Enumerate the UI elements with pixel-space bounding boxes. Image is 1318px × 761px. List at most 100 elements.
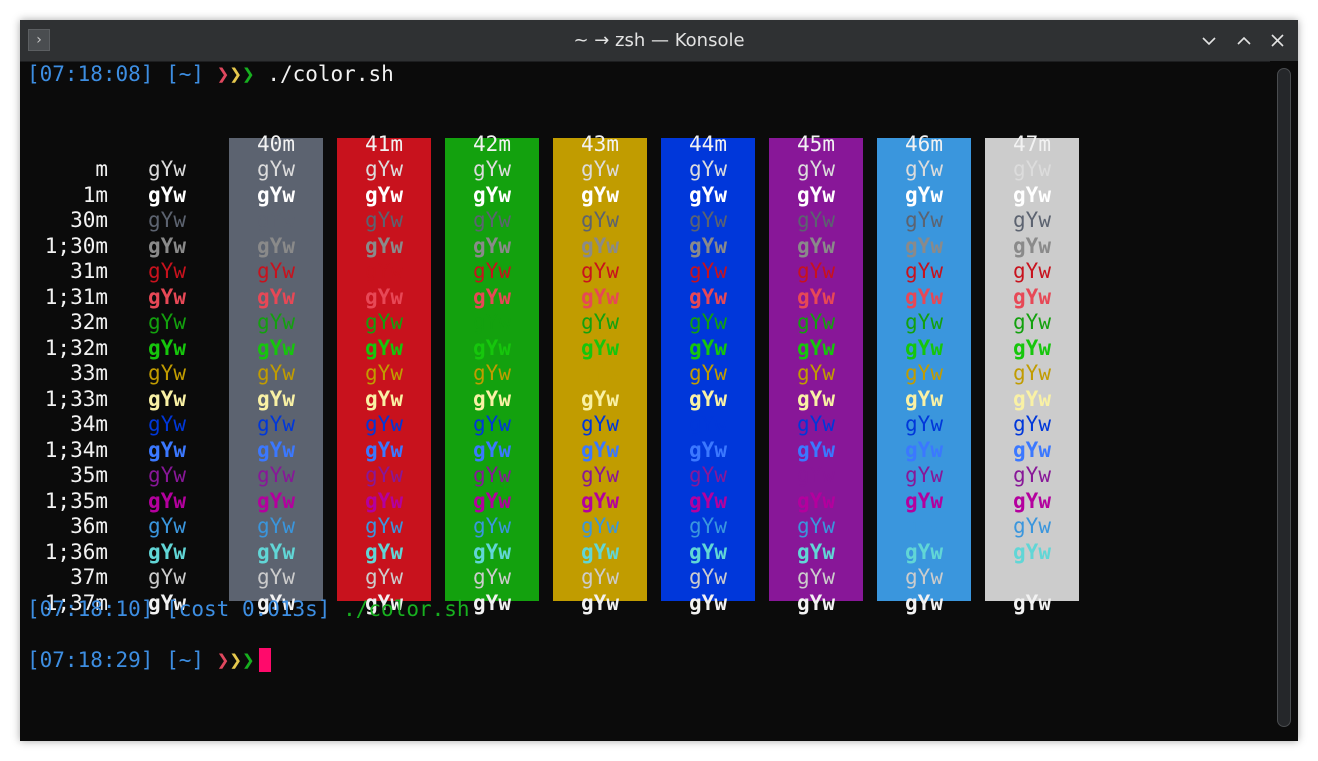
color-sample: gYw [905,514,943,538]
color-sample: gYw [797,335,835,360]
color-sample: gYw [1013,182,1051,207]
color-sample: gYw [1013,488,1051,513]
color-sample: gYw [473,412,511,436]
color-sample: gYw [689,182,727,207]
color-sample: gYw [581,437,619,462]
color-sample: gYw [689,233,727,258]
color-sample: gYw [905,208,943,232]
color-sample: gYw [473,488,511,513]
color-sample: gYw [905,539,943,564]
color-sample: gYw [689,386,727,411]
bg-header: 44m [689,132,727,156]
color-sample: gYw [148,208,186,232]
color-sample: gYw [365,233,403,258]
color-sample: gYw [797,539,835,564]
color-sample: gYw [473,233,511,258]
color-sample: gYw [473,361,511,385]
prompt-line-2: [07:18:29] [~] ❯❯❯ [27,647,271,673]
prompt-arrow-icon: ❯ [229,648,242,672]
color-sample: gYw [581,335,619,360]
color-sample: gYw [581,488,619,513]
color-sample: gYw [689,157,727,181]
color-sample: gYw [689,361,727,385]
color-sample: gYw [581,208,619,232]
color-sample: gYw [689,514,727,538]
color-sample: gYw [257,335,295,360]
color-sample: gYw [689,565,727,589]
maximize-icon[interactable] [1233,30,1255,52]
color-sample: gYw [581,284,619,309]
row-label: 1;34m [44,437,108,462]
color-sample: gYw [797,386,835,411]
color-sample: gYw [905,437,943,462]
scrollbar[interactable] [1270,61,1298,741]
prompt-dir: [~] [166,648,205,672]
color-sample: gYw [257,565,295,589]
color-sample: gYw [365,412,403,436]
prompt-arrow-icon: ❯ [216,62,230,86]
color-sample: gYw [148,437,186,462]
color-sample: gYw [257,284,295,309]
status-line: [07:18:10] [cost 0.013s] ./color.sh [27,596,470,622]
color-sample: gYw [148,182,186,207]
color-sample: gYw [797,437,835,462]
color-sample: gYw [581,182,619,207]
color-sample: gYw [689,335,727,360]
color-sample: gYw [1013,590,1051,615]
color-sample: gYw [365,284,403,309]
color-sample: gYw [473,259,511,283]
color-sample: gYw [365,488,403,513]
color-sample: gYw [473,539,511,564]
color-sample: gYw [473,157,511,181]
color-sample: gYw [1013,565,1051,589]
color-sample: gYw [365,182,403,207]
color-sample: gYw [257,208,295,232]
terminal-output[interactable]: [07:18:08] [~] ❯❯❯ ./color.sh 40m 41m 42m 4… [20,61,1270,741]
color-sample: gYw [148,386,186,411]
color-sample: gYw [473,514,511,538]
color-sample: gYw [797,157,835,181]
color-sample: gYw [581,412,619,436]
color-sample: gYw [365,463,403,487]
row-label: 30m [70,208,108,232]
color-sample: gYw [797,590,835,615]
color-sample: gYw [905,284,943,309]
color-sample: gYw [257,233,295,258]
bg-header: 46m [905,132,943,156]
bg-header: 41m [365,132,403,156]
color-sample: gYw [257,182,295,207]
status-time: [07:18:10] [27,597,154,621]
color-sample: gYw [581,259,619,283]
prompt-arrow-icon: ❯ [242,62,255,86]
terminal-cursor [258,648,271,672]
color-sample: gYw [365,539,403,564]
color-sample: gYw [257,386,295,411]
scrollbar-handle[interactable] [1277,68,1291,727]
color-sample: gYw [797,514,835,538]
color-sample: gYw [905,182,943,207]
color-sample: gYw [905,233,943,258]
color-sample: gYw [905,386,943,411]
close-icon[interactable] [1267,30,1289,52]
color-sample: gYw [689,463,727,487]
color-sample: gYw [689,310,727,334]
color-sample: gYw [1013,310,1051,334]
color-sample: gYw [257,463,295,487]
color-sample: gYw [365,386,403,411]
color-sample: gYw [1013,463,1051,487]
prompt-time: [07:18:08] [27,62,154,86]
color-sample: gYw [797,463,835,487]
color-sample: gYw [148,335,186,360]
color-sample: gYw [473,284,511,309]
prompt-time: [07:18:29] [27,648,154,672]
color-sample: gYw [257,259,295,283]
title-bar[interactable]: › ~ → zsh — Konsole [20,20,1298,62]
row-label: 31m [70,259,108,283]
color-sample: gYw [473,437,511,462]
color-sample: gYw [581,539,619,564]
color-sample: gYw [257,539,295,564]
color-sample: gYw [1013,208,1051,232]
color-sample: gYw [1013,259,1051,283]
row-label: 37m [70,565,108,589]
minimize-icon[interactable] [1198,30,1220,52]
